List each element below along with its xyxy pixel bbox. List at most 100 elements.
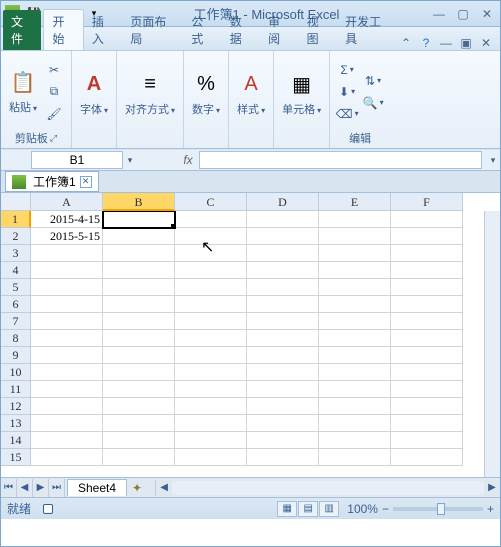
document-tab-close[interactable]: ✕ [80,176,92,188]
row-header-3[interactable]: 3 [1,245,31,262]
cell-E7[interactable] [319,313,391,330]
cell-B12[interactable] [103,398,175,415]
cell-C5[interactable] [175,279,247,296]
cell-E4[interactable] [319,262,391,279]
cell-E2[interactable] [319,228,391,245]
font-button[interactable]: A字体 [78,69,110,119]
doc-minimize-button[interactable]: — [438,36,454,50]
doc-close-button[interactable]: ✕ [478,36,494,50]
find-select-button[interactable]: 🔍 [362,93,384,113]
cell-A8[interactable] [31,330,103,347]
cell-B13[interactable] [103,415,175,432]
autosum-button[interactable]: Σ [336,60,358,80]
row-header-14[interactable]: 14 [1,432,31,449]
cell-C7[interactable] [175,313,247,330]
cell-B15[interactable] [103,449,175,466]
cell-F4[interactable] [391,262,463,279]
minimize-ribbon-button[interactable]: ⌃ [398,36,414,50]
new-sheet-button[interactable]: ✦ [127,481,147,495]
tab-developer[interactable]: 开发工具 [337,10,398,50]
column-header-A[interactable]: A [31,193,103,211]
row-header-2[interactable]: 2 [1,228,31,245]
cell-B14[interactable] [103,432,175,449]
cell-A10[interactable] [31,364,103,381]
cell-E6[interactable] [319,296,391,313]
cell-A1[interactable]: 2015-4-15 [31,211,103,228]
cell-E9[interactable] [319,347,391,364]
cell-D1[interactable] [247,211,319,228]
zoom-level[interactable]: 100% [347,502,378,516]
row-header-13[interactable]: 13 [1,415,31,432]
cell-F8[interactable] [391,330,463,347]
tab-data[interactable]: 数据 [222,10,260,50]
cell-F3[interactable] [391,245,463,262]
row-header-9[interactable]: 9 [1,347,31,364]
cell-D7[interactable] [247,313,319,330]
view-normal[interactable]: ▦ [277,501,297,517]
cell-F7[interactable] [391,313,463,330]
cell-C11[interactable] [175,381,247,398]
tab-home[interactable]: 开始 [43,9,83,50]
cell-B7[interactable] [103,313,175,330]
column-header-B[interactable]: B [103,193,175,211]
cell-B3[interactable] [103,245,175,262]
cell-A3[interactable] [31,245,103,262]
formula-bar-expand[interactable]: ▾ [486,155,500,166]
cell-A13[interactable] [31,415,103,432]
sheet-nav-last[interactable]: ⏭ [49,479,65,497]
row-header-12[interactable]: 12 [1,398,31,415]
tab-view[interactable]: 视图 [299,10,337,50]
cell-A4[interactable] [31,262,103,279]
zoom-in-button[interactable]: + [487,502,494,516]
cell-A7[interactable] [31,313,103,330]
cell-C14[interactable] [175,432,247,449]
alignment-button[interactable]: ≡对齐方式 [123,69,177,119]
cell-D2[interactable] [247,228,319,245]
number-button[interactable]: %数字 [190,69,222,119]
cell-E12[interactable] [319,398,391,415]
cell-C8[interactable] [175,330,247,347]
document-tab[interactable]: 工作簿1 ✕ [5,171,99,192]
sheet-nav-next[interactable]: ▶ [33,479,49,497]
cell-C15[interactable] [175,449,247,466]
cell-B11[interactable] [103,381,175,398]
cell-B9[interactable] [103,347,175,364]
cell-C4[interactable] [175,262,247,279]
cell-B6[interactable] [103,296,175,313]
column-header-E[interactable]: E [319,193,391,211]
select-all-corner[interactable] [1,193,31,211]
cell-B1[interactable] [103,211,175,228]
copy-button[interactable]: ⧉ [43,82,65,102]
cell-F6[interactable] [391,296,463,313]
row-header-6[interactable]: 6 [1,296,31,313]
sheet-nav-first[interactable]: ⏮ [1,479,17,497]
formula-bar[interactable] [199,151,482,169]
cell-F1[interactable] [391,211,463,228]
cell-D14[interactable] [247,432,319,449]
cell-A9[interactable] [31,347,103,364]
cell-E5[interactable] [319,279,391,296]
tab-insert[interactable]: 插入 [84,10,122,50]
row-header-4[interactable]: 4 [1,262,31,279]
cell-F5[interactable] [391,279,463,296]
cell-B5[interactable] [103,279,175,296]
cell-C9[interactable] [175,347,247,364]
cell-B2[interactable] [103,228,175,245]
cell-C2[interactable] [175,228,247,245]
cell-A11[interactable] [31,381,103,398]
cell-D8[interactable] [247,330,319,347]
column-header-C[interactable]: C [175,193,247,211]
cell-E15[interactable] [319,449,391,466]
fill-button[interactable]: ⬇ [336,82,358,102]
tab-file[interactable]: 文件 [3,10,41,50]
name-box-dropdown[interactable]: ▾ [123,155,137,166]
cell-E14[interactable] [319,432,391,449]
cell-B4[interactable] [103,262,175,279]
cell-F12[interactable] [391,398,463,415]
cell-D5[interactable] [247,279,319,296]
cell-D4[interactable] [247,262,319,279]
cell-A5[interactable] [31,279,103,296]
cell-F14[interactable] [391,432,463,449]
vertical-scrollbar[interactable] [484,211,500,477]
close-button[interactable]: ✕ [478,7,496,21]
